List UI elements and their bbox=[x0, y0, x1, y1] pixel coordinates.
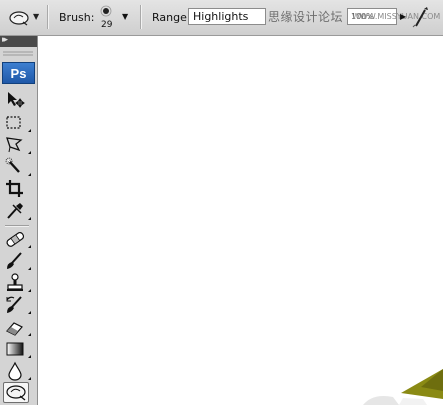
gradient-tool[interactable] bbox=[4, 339, 31, 359]
tool-preset-dropdown-arrow-icon[interactable]: ▼ bbox=[33, 12, 39, 21]
separator bbox=[140, 5, 142, 29]
exposure-arrow-icon[interactable]: ▶ bbox=[400, 12, 406, 21]
marquee-tool[interactable] bbox=[4, 113, 31, 133]
tools-panel: ▸▸ Ps bbox=[0, 35, 38, 405]
eraser-tool[interactable] bbox=[4, 317, 31, 337]
crop-icon bbox=[6, 180, 23, 197]
brush-label: Brush: bbox=[59, 11, 95, 24]
ps-logo[interactable]: Ps bbox=[2, 62, 35, 84]
bandage-icon bbox=[6, 231, 25, 247]
gradient-icon bbox=[6, 342, 24, 356]
separator bbox=[47, 5, 49, 29]
panel-header: ▸▸ bbox=[0, 35, 37, 47]
tool-group-divider bbox=[5, 225, 29, 227]
marquee-icon bbox=[6, 116, 21, 129]
quick-selection-tool[interactable] bbox=[4, 157, 31, 177]
magic-wand-icon bbox=[5, 157, 20, 173]
tool-preset-picker[interactable] bbox=[8, 8, 30, 26]
watermark-text: 思缘设计论坛 bbox=[268, 10, 344, 24]
clone-stamp-tool[interactable] bbox=[4, 273, 31, 293]
airbrush-icon bbox=[412, 7, 428, 28]
range-select[interactable]: Highlights bbox=[188, 8, 266, 25]
move-icon bbox=[8, 92, 25, 108]
eyedropper-icon bbox=[7, 203, 23, 219]
airbrush-button[interactable] bbox=[412, 6, 430, 28]
brush-preview-icon[interactable] bbox=[100, 5, 112, 17]
document-canvas[interactable] bbox=[38, 36, 443, 405]
history-brush-icon bbox=[6, 296, 22, 313]
brush-size-value: 29 bbox=[101, 20, 113, 30]
brush-tool[interactable] bbox=[4, 251, 31, 271]
eraser-icon bbox=[6, 322, 23, 336]
dodge-tool[interactable] bbox=[3, 382, 29, 403]
options-bar: ▼ Brush: 29 ▼ Range: Highlights 100% 思缘设… bbox=[0, 0, 443, 36]
history-brush-tool[interactable] bbox=[4, 295, 31, 315]
blur-tool[interactable] bbox=[4, 361, 31, 381]
collapse-panel-icon[interactable]: ▸▸ bbox=[2, 35, 8, 45]
eyedropper-tool[interactable] bbox=[4, 201, 31, 221]
healing-brush-tool[interactable] bbox=[4, 229, 31, 249]
brush-picker-arrow-icon[interactable]: ▼ bbox=[122, 12, 128, 21]
polygonal-lasso-icon bbox=[6, 137, 23, 153]
crop-tool[interactable] bbox=[4, 179, 26, 199]
lasso-tool[interactable] bbox=[4, 135, 31, 155]
move-tool[interactable] bbox=[4, 90, 26, 110]
brush-icon bbox=[7, 252, 22, 269]
dodge-icon bbox=[6, 385, 26, 401]
panel-grip-icon[interactable] bbox=[0, 49, 37, 59]
canvas-image-fragment bbox=[363, 369, 443, 405]
stamp-icon bbox=[7, 273, 23, 291]
dodge-burn-sponge-icon bbox=[9, 11, 29, 26]
blur-drop-icon bbox=[8, 361, 22, 381]
range-label: Range: bbox=[152, 11, 191, 24]
